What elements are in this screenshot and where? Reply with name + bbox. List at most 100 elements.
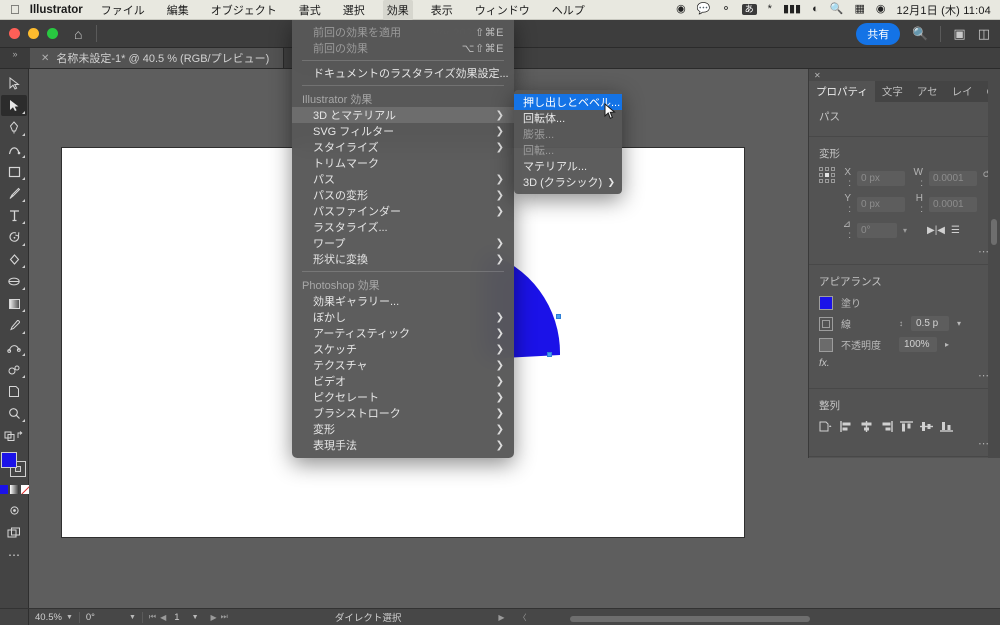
record-icon[interactable]: ⚬	[721, 4, 730, 15]
menu-window[interactable]: ウィンドウ	[471, 0, 534, 20]
prev-page-icon[interactable]: ◀	[160, 613, 166, 622]
ref-dot[interactable]	[819, 179, 823, 183]
battery-icon[interactable]: ▮▮▮	[783, 4, 801, 15]
chevron-down-icon[interactable]: ▾	[903, 226, 907, 235]
menu-object[interactable]: オブジェクト	[207, 0, 281, 20]
menu-help[interactable]: ヘルプ	[548, 0, 589, 20]
angle-input[interactable]: 0°	[857, 222, 897, 238]
menu-item-svg-filters[interactable]: SVG フィルター ❯	[292, 123, 514, 139]
menu-item-effect-gallery[interactable]: 効果ギャラリー...	[292, 293, 514, 309]
menu-item-stylize[interactable]: スタイライズ ❯	[292, 139, 514, 155]
next-page-icon[interactable]: ▶	[211, 613, 217, 622]
play-icon[interactable]: ▶	[498, 613, 504, 622]
horizontal-scrollbar[interactable]	[570, 616, 810, 622]
menu-item-sketch[interactable]: スケッチ ❯	[292, 341, 514, 357]
first-page-icon[interactable]: ⏮	[149, 612, 156, 622]
menu-item-trim-marks[interactable]: トリムマーク	[292, 155, 514, 171]
width-tool[interactable]	[1, 271, 27, 292]
align-to-selection-icon[interactable]	[819, 419, 833, 437]
opacity-icon[interactable]	[819, 337, 833, 352]
fx-label[interactable]: fx.	[819, 358, 990, 369]
blend-tool[interactable]	[1, 337, 27, 358]
stroke-color-swatch[interactable]	[819, 316, 833, 331]
back-icon[interactable]: 〈	[519, 612, 527, 623]
fill-color-swatch[interactable]	[819, 295, 833, 310]
submenu-item-revolve[interactable]: 回転体...	[514, 110, 622, 126]
menu-item-pixelate[interactable]: ピクセレート ❯	[292, 389, 514, 405]
menu-select[interactable]: 選択	[339, 0, 369, 20]
curvature-tool[interactable]	[1, 139, 27, 160]
menu-file[interactable]: ファイル	[97, 0, 149, 20]
zoom-level-control[interactable]: 40.5% ▼	[29, 609, 79, 625]
menu-edit[interactable]: 編集	[163, 0, 193, 20]
stepper-icon[interactable]: ↕	[899, 319, 903, 328]
rectangle-tool[interactable]	[1, 161, 27, 182]
submenu-item-extrude-bevel[interactable]: 押し出しとベベル...	[514, 94, 622, 110]
status-nav-buttons[interactable]: ▶ 〈	[492, 609, 532, 625]
ref-dot[interactable]	[831, 167, 835, 171]
message-icon[interactable]: 💬	[697, 4, 711, 15]
current-tool-indicator[interactable]: ダイレクト選択	[329, 609, 408, 625]
gradient-mode-icon[interactable]	[9, 485, 19, 494]
menu-type[interactable]: 書式	[295, 0, 325, 20]
menu-item-document-raster-effects-settings[interactable]: ドキュメントのラスタライズ効果設定...	[292, 65, 514, 81]
artboard-navigation[interactable]: ⏮ ◀ 1 ▼ ▶ ⏭	[143, 609, 234, 625]
chevron-down-icon[interactable]: ▼	[192, 614, 199, 621]
x-input[interactable]: 0 px	[857, 170, 905, 186]
menu-item-video[interactable]: ビデオ ❯	[292, 373, 514, 389]
menu-item-texture[interactable]: テクスチャ ❯	[292, 357, 514, 373]
menu-item-artistic[interactable]: アーティスティック ❯	[292, 325, 514, 341]
stroke-weight-input[interactable]: 0.5 p	[911, 316, 949, 331]
close-icon[interactable]: ✕	[41, 53, 49, 64]
ref-dot[interactable]	[819, 167, 823, 171]
menu-item-apply-last-effect[interactable]: 前回の効果を適用 ⇧⌘E	[292, 24, 514, 40]
menu-item-3d-and-materials[interactable]: 3D とマテリアル ❯	[292, 107, 514, 123]
menu-item-stylize-ps[interactable]: 表現手法 ❯	[292, 437, 514, 453]
wifi-icon[interactable]: ◐	[812, 4, 819, 15]
menu-item-rasterize[interactable]: ラスタライズ...	[292, 219, 514, 235]
menu-item-warp[interactable]: ワープ ❯	[292, 235, 514, 251]
align-left-icon[interactable]	[840, 419, 853, 437]
close-icon[interactable]: ✕	[814, 71, 821, 80]
gradient-tool[interactable]	[1, 293, 27, 314]
workspace-switcher-icon[interactable]: ◫	[978, 27, 990, 40]
reference-point-selector[interactable]	[819, 167, 835, 183]
chevron-right-icon[interactable]: ▸	[945, 340, 949, 349]
search-icon[interactable]: 🔍	[830, 4, 844, 15]
align-center-v-icon[interactable]	[920, 419, 933, 437]
opacity-input[interactable]: 100%	[899, 337, 937, 352]
tab-character[interactable]: 文字	[875, 81, 910, 102]
transform-more-icon[interactable]: ⋯	[819, 245, 990, 258]
ref-dot[interactable]	[831, 173, 835, 177]
more-tools-icon[interactable]: ⋯	[1, 544, 27, 565]
eyedropper-tool[interactable]	[1, 315, 27, 336]
align-bottom-icon[interactable]	[940, 419, 953, 437]
rotation-control[interactable]: 0° ▼	[80, 609, 142, 625]
input-source-icon[interactable]: あ	[741, 4, 757, 15]
share-button[interactable]: 共有	[856, 22, 901, 45]
paintbrush-tool[interactable]	[1, 183, 27, 204]
bluetooth-icon[interactable]: *	[768, 4, 772, 15]
last-page-icon[interactable]: ⏭	[221, 612, 228, 622]
align-top-icon[interactable]	[900, 419, 913, 437]
maximize-window-button[interactable]	[47, 28, 58, 39]
shape-builder-tool[interactable]	[1, 249, 27, 270]
flip-horizontal-icon[interactable]: ▶|◀	[927, 225, 945, 236]
tab-assets[interactable]: アセ	[910, 81, 945, 102]
flip-vertical-icon[interactable]: ☰	[951, 225, 960, 236]
menu-item-brush-strokes[interactable]: ブラシストローク ❯	[292, 405, 514, 421]
screen-mode-icon[interactable]	[1, 522, 27, 543]
ref-dot[interactable]	[819, 173, 823, 177]
chevron-down-icon[interactable]: ▾	[957, 319, 961, 328]
color-mode-icon[interactable]	[0, 485, 8, 494]
submenu-item-materials[interactable]: マテリアル...	[514, 158, 622, 174]
menu-item-convert-to-shape[interactable]: 形状に変換 ❯	[292, 251, 514, 267]
display-icon[interactable]: ▦	[854, 4, 864, 15]
siri-icon[interactable]: ◉	[876, 4, 886, 15]
ref-dot[interactable]	[831, 179, 835, 183]
panel-rail[interactable]	[988, 69, 1000, 458]
align-center-h-icon[interactable]	[860, 419, 873, 437]
apple-logo-icon[interactable]: 	[10, 3, 20, 16]
menu-view[interactable]: 表示	[427, 0, 457, 20]
menu-item-path[interactable]: パス ❯	[292, 171, 514, 187]
